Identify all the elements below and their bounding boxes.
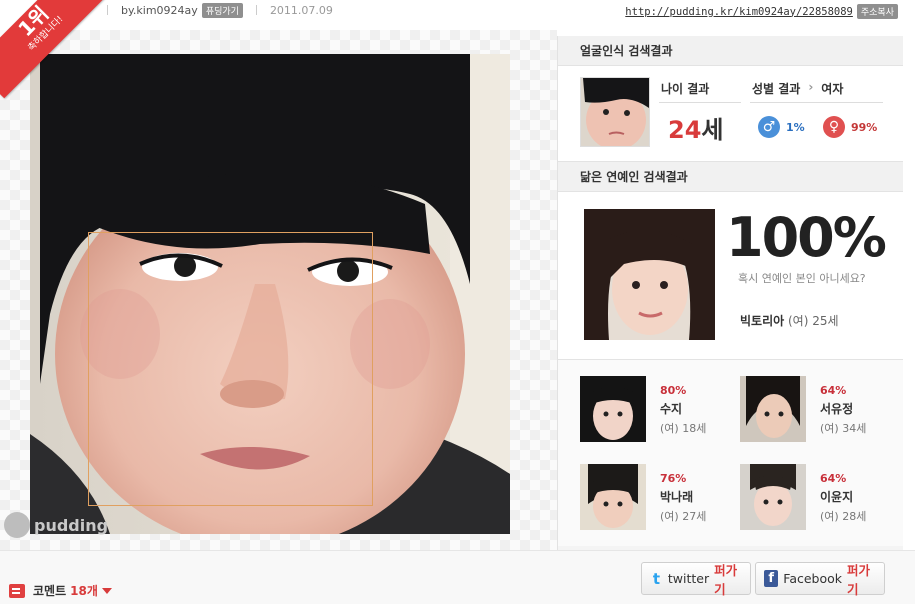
gender-result-label: 성별 결과 › 여자 bbox=[752, 80, 843, 97]
face-thumbnail bbox=[580, 77, 650, 147]
celebrity-photo bbox=[580, 464, 646, 530]
top-match-percent: 100% bbox=[726, 206, 887, 269]
celebrity-info: (여) 28세 bbox=[820, 510, 867, 523]
female-percent: 99% bbox=[851, 120, 878, 134]
male-percent: 1% bbox=[786, 120, 805, 134]
female-icon: ♀ bbox=[823, 116, 845, 138]
female-result: ♀ 99% bbox=[823, 116, 877, 138]
celebrity-match-item[interactable]: 76% 박나래 (여) 27세 bbox=[580, 464, 706, 530]
celebrity-image bbox=[740, 376, 806, 442]
post-meta: by.kim0924ay 퓨딩가기 2011.07.09 bbox=[94, 2, 333, 18]
celebrity-text: 76% 박나래 (여) 27세 bbox=[660, 464, 706, 530]
celebrity-image bbox=[580, 464, 646, 530]
top-match-name-text: 빅토리아 bbox=[740, 314, 785, 328]
photo-area: pudding bbox=[0, 30, 557, 550]
other-celebrity-matches: 80% 수지 (여) 18세 64% 서유정 (여) 34세 76% 박나래 (… bbox=[558, 360, 903, 546]
twitter-icon: t bbox=[652, 569, 661, 588]
watermark-text: pudding bbox=[34, 515, 109, 535]
author-name[interactable]: by.kim0924ay bbox=[121, 4, 198, 17]
spread-label: 퍼가기 bbox=[847, 562, 871, 597]
celebrity-match-item[interactable]: 80% 수지 (여) 18세 bbox=[580, 376, 706, 442]
face-result-heading: 얼굴인식 검색결과 bbox=[558, 36, 903, 66]
age-result-label: 나이 결과 bbox=[661, 82, 710, 96]
celebrity-percent: 80% bbox=[660, 384, 687, 397]
result-panel: 얼굴인식 검색결과 나이 결과 24 세 성별 결과 › 여자 ♂ 1% ♀ 9… bbox=[557, 36, 903, 550]
chevron-right-icon: › bbox=[808, 80, 814, 94]
facebook-icon: f bbox=[764, 570, 779, 587]
caret-down-icon bbox=[101, 587, 112, 594]
permalink: http://pudding.kr/kim0924ay/22858089 주소복… bbox=[625, 4, 898, 19]
celebrity-name: 박나래 bbox=[660, 490, 694, 504]
male-result: ♂ 1% bbox=[758, 116, 805, 138]
face-detection-box bbox=[88, 232, 373, 506]
age-number: 24 bbox=[668, 116, 702, 144]
permalink-url[interactable]: http://pudding.kr/kim0924ay/22858089 bbox=[625, 6, 853, 18]
comment-icon bbox=[9, 583, 25, 598]
celebrity-image bbox=[580, 376, 646, 442]
top-celebrity-match: 100% 혹시 연예인 본인 아니세요? 빅토리아 (여) 25세 bbox=[558, 192, 903, 360]
celebrity-photo bbox=[740, 376, 806, 442]
celebrity-match-item[interactable]: 64% 서유정 (여) 34세 bbox=[740, 376, 866, 442]
celebrity-image bbox=[740, 464, 806, 530]
celebrity-photo bbox=[580, 376, 646, 442]
bottom-bar: 코멘트 18개 t twitter 퍼가기 f Facebook 퍼가기 bbox=[0, 550, 915, 604]
uploaded-photo bbox=[30, 54, 510, 534]
facebook-share-button[interactable]: f Facebook 퍼가기 bbox=[755, 562, 885, 597]
male-icon: ♂ bbox=[758, 116, 780, 138]
top-match-name[interactable]: 빅토리아 (여) 25세 bbox=[740, 312, 839, 329]
celebrity-name: 서유정 bbox=[820, 402, 854, 416]
twitter-share-button[interactable]: t twitter 퍼가기 bbox=[641, 562, 751, 597]
celebrity-text: 64% 이윤지 (여) 28세 bbox=[820, 464, 866, 530]
face-thumbnail-image bbox=[581, 78, 649, 146]
celebrity-info: (여) 27세 bbox=[660, 510, 707, 523]
celebrity-name: 이윤지 bbox=[820, 490, 854, 504]
celebrity-info: (여) 34세 bbox=[820, 422, 867, 435]
celebrity-result-heading: 닮은 연예인 검색결과 bbox=[558, 162, 903, 192]
comment-toggle[interactable]: 코멘트 18개 bbox=[9, 582, 112, 599]
age-unit: 세 bbox=[701, 116, 724, 144]
top-match-info: (여) 25세 bbox=[788, 314, 839, 328]
celebrity-question: 혹시 연예인 본인 아니세요? bbox=[738, 272, 866, 285]
pudding-watermark: pudding bbox=[4, 512, 108, 538]
celebrity-info: (여) 18세 bbox=[660, 422, 707, 435]
celebrity-text: 80% 수지 (여) 18세 bbox=[660, 376, 706, 442]
facebook-label: Facebook bbox=[783, 571, 843, 586]
top-match-image bbox=[584, 209, 715, 340]
comment-count: 18개 bbox=[70, 584, 98, 598]
celebrity-percent: 76% bbox=[660, 472, 687, 485]
celebrity-percent: 64% bbox=[820, 472, 847, 485]
celebrity-photo bbox=[740, 464, 806, 530]
celebrity-match-item[interactable]: 64% 이윤지 (여) 28세 bbox=[740, 464, 866, 530]
follow-button[interactable]: 퓨딩가기 bbox=[201, 2, 243, 18]
gender-value: 여자 bbox=[821, 82, 844, 96]
gender-label-text: 성별 결과 bbox=[752, 82, 801, 96]
spread-label: 퍼가기 bbox=[714, 562, 738, 597]
copy-url-button[interactable]: 주소복사 bbox=[856, 4, 898, 19]
divider bbox=[255, 5, 257, 15]
divider bbox=[750, 102, 883, 103]
twitter-label: twitter bbox=[667, 571, 710, 586]
top-match-photo[interactable] bbox=[584, 209, 715, 340]
celebrity-text: 64% 서유정 (여) 34세 bbox=[820, 376, 866, 442]
celebrity-percent: 64% bbox=[820, 384, 847, 397]
post-date: 2011.07.09 bbox=[269, 3, 333, 17]
comment-label: 코멘트 bbox=[33, 584, 67, 598]
age-result-value: 24 세 bbox=[668, 110, 724, 145]
divider bbox=[659, 102, 741, 103]
divider bbox=[107, 5, 108, 15]
face-result-section: 나이 결과 24 세 성별 결과 › 여자 ♂ 1% ♀ 99% bbox=[558, 66, 903, 162]
celebrity-name: 수지 bbox=[660, 402, 683, 416]
pudding-logo-icon bbox=[4, 512, 30, 538]
